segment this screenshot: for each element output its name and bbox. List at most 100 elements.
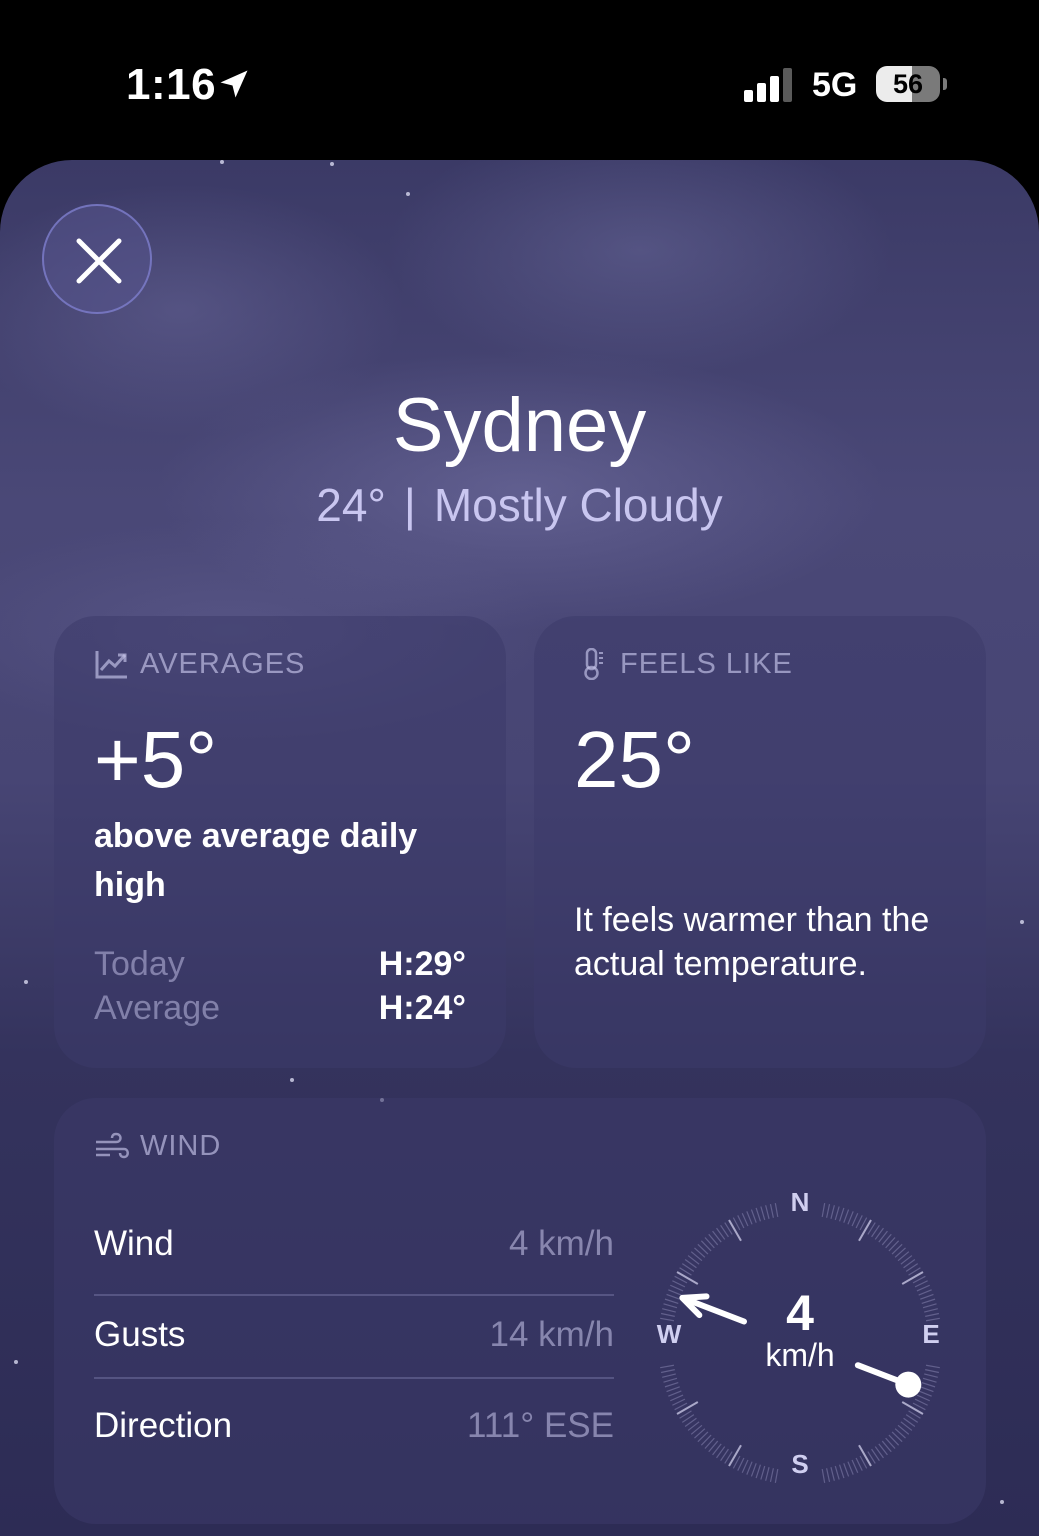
compass-tick xyxy=(918,1390,932,1397)
averages-header-label: AVERAGES xyxy=(140,647,306,680)
network-type: 5G xyxy=(812,66,858,104)
summary-separator: | xyxy=(403,479,416,531)
compass-tick xyxy=(666,1386,680,1393)
compass-tick xyxy=(838,1464,845,1479)
compass-tick xyxy=(847,1461,854,1475)
compass-tick xyxy=(925,1364,940,1369)
compass-tick xyxy=(858,1219,872,1242)
weather-sheet: Sydney 24° | Mostly Cloudy AVERAGES +5° ab… xyxy=(0,160,1039,1536)
compass-tick xyxy=(672,1280,686,1288)
compass-tick xyxy=(755,1464,762,1479)
gusts-label: Gusts xyxy=(94,1315,186,1354)
compass-tick xyxy=(760,1465,766,1480)
compass-tick xyxy=(750,1463,757,1477)
current-temp: 24° xyxy=(316,479,386,531)
compass-tick xyxy=(737,1215,745,1229)
compass-tick xyxy=(774,1203,779,1218)
compass-tick xyxy=(672,1398,686,1406)
compass-tick xyxy=(737,1457,745,1471)
compass-tick xyxy=(830,1205,835,1219)
compass-tick xyxy=(918,1289,932,1296)
compass-tick xyxy=(855,1457,863,1471)
compass-unit: km/h xyxy=(765,1337,834,1373)
averages-card[interactable]: AVERAGES +5° above average daily high To… xyxy=(54,616,506,1068)
compass-tick xyxy=(914,1280,928,1288)
compass-tick xyxy=(921,1381,936,1388)
close-button[interactable] xyxy=(42,204,152,314)
compass-tick xyxy=(741,1459,749,1473)
compass-tick xyxy=(920,1293,934,1300)
compass-tick xyxy=(670,1394,684,1402)
compass-tick xyxy=(741,1213,749,1227)
compass-tick xyxy=(660,1369,675,1374)
compass-tick xyxy=(765,1467,770,1481)
compass-west: W xyxy=(657,1319,682,1349)
compass-tick xyxy=(851,1213,859,1227)
compass-tick xyxy=(728,1444,742,1467)
battery-icon: 56 xyxy=(876,66,940,102)
compass-tick xyxy=(765,1205,770,1219)
compass-tick xyxy=(830,1467,835,1481)
average-label: Average xyxy=(94,989,221,1027)
compass-tick xyxy=(834,1206,840,1221)
compass-tick xyxy=(660,1312,675,1317)
compass-east: E xyxy=(922,1319,939,1349)
status-bar: 1:16 5G 56 xyxy=(0,0,1039,160)
compass-tick xyxy=(663,1377,678,1383)
feels-like-card[interactable]: FEELS LIKE 25° It feels warmer than the … xyxy=(534,616,986,1068)
feels-like-value: 25° xyxy=(574,715,695,804)
city-name: Sydney xyxy=(392,383,647,468)
wind-compass: N E S W 4 km/h xyxy=(657,1193,940,1483)
compass-tick xyxy=(924,1308,938,1313)
divider xyxy=(94,1377,614,1379)
compass-tick xyxy=(855,1215,863,1229)
compass-tick xyxy=(676,1401,699,1415)
compass-tick xyxy=(925,1369,940,1374)
compass-tick xyxy=(728,1219,742,1242)
compass-tick xyxy=(821,1468,826,1483)
compass-tick xyxy=(746,1461,753,1475)
battery-nub xyxy=(943,78,947,90)
compass-tick xyxy=(924,1373,938,1378)
direction-value: 111° ESE xyxy=(467,1406,614,1445)
compass-tick xyxy=(847,1211,854,1225)
current-summary: 24° | Mostly Cloudy xyxy=(0,478,1039,532)
compass-tick xyxy=(664,1298,679,1305)
compass-speed: 4 xyxy=(786,1285,814,1341)
gusts-value: 14 km/h xyxy=(489,1315,615,1354)
compass-tick xyxy=(826,1468,831,1483)
compass-tick xyxy=(662,1308,676,1313)
averages-value: +5° xyxy=(94,715,218,804)
feels-like-description: It feels warmer than the actual temperat… xyxy=(574,901,930,983)
feels-like-header: FEELS LIKE xyxy=(574,646,793,682)
compass-tick xyxy=(769,1203,774,1218)
compass-tick xyxy=(750,1209,757,1223)
compass-tick xyxy=(663,1303,678,1309)
compass-tick xyxy=(916,1394,930,1402)
location-arrow-icon xyxy=(220,70,248,98)
wind-speed-label: Wind xyxy=(94,1224,174,1263)
compass-tick xyxy=(922,1303,937,1309)
compass-tick xyxy=(662,1373,676,1378)
thermometer-icon xyxy=(584,648,603,680)
compass-tick xyxy=(901,1271,924,1285)
compass-tick xyxy=(901,1401,924,1415)
signal-icon xyxy=(744,68,792,102)
compass-tick xyxy=(676,1271,699,1285)
wind-header: WIND xyxy=(94,1128,221,1164)
wind-speed-value: 4 km/h xyxy=(508,1224,614,1263)
compass-tick xyxy=(916,1284,930,1292)
compass-tick xyxy=(668,1390,682,1397)
wind-header-label: WIND xyxy=(140,1129,222,1162)
compass-tick xyxy=(668,1289,682,1296)
compass-tick xyxy=(664,1381,679,1388)
direction-row: Direction 111° ESE xyxy=(94,1386,614,1470)
compass-tick xyxy=(774,1468,779,1483)
wind-icon xyxy=(96,1132,129,1159)
chart-icon xyxy=(95,651,127,679)
compass-tick xyxy=(821,1203,826,1218)
compass-tick xyxy=(925,1312,940,1317)
compass-tick xyxy=(838,1207,845,1222)
wind-card[interactable]: WIND Wind 4 km/h Gusts 14 km/h Direction… xyxy=(54,1098,986,1524)
compass-tick xyxy=(760,1206,766,1221)
